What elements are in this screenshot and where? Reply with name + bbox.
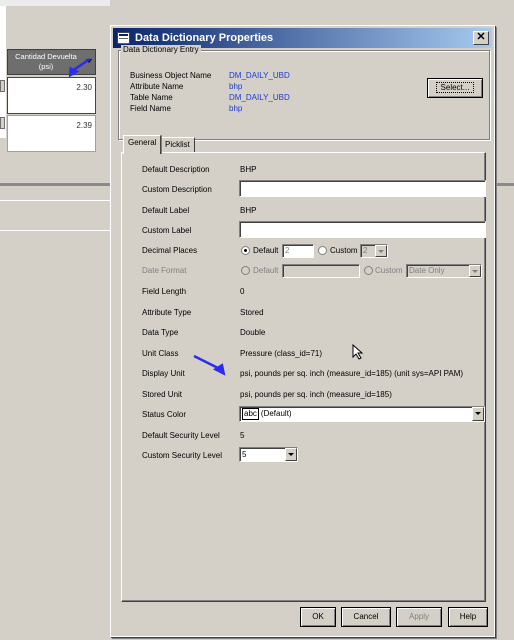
cancel-button[interactable]: Cancel (341, 607, 391, 627)
select-button[interactable]: Select... (427, 78, 483, 98)
grid-cell-value: 2.39 (76, 121, 92, 130)
date-custom-radio[interactable] (364, 266, 373, 275)
tab-general[interactable]: General (123, 135, 162, 154)
background-divider (0, 183, 110, 186)
field-length-label: Field Length (142, 287, 187, 296)
business-object-name-label: Business Object Name (130, 71, 212, 80)
decimal-default-value-field: 2 (282, 244, 314, 258)
grid-cell[interactable]: 2.39 (7, 115, 96, 152)
decimal-custom-select[interactable]: 2 (360, 244, 388, 258)
table-name-label: Table Name (130, 93, 173, 102)
ok-button-label: OK (312, 612, 324, 621)
select-button-label: Select... (435, 82, 475, 93)
status-color-select[interactable]: abc (Default) (239, 406, 485, 422)
annotation-arrow-icon (68, 57, 91, 78)
tab-picklist-label: Picklist (165, 140, 190, 149)
apply-button-label: Apply (408, 612, 429, 621)
background-divider (494, 183, 514, 186)
date-custom-label: Custom (375, 266, 403, 275)
default-description-label: Default Description (142, 165, 210, 174)
date-format-label: Date Format (142, 266, 187, 275)
general-tab-panel: Default Description BHP Custom Descripti… (121, 152, 486, 602)
data-dictionary-dialog: Data Dictionary Properties ✕ Data Dictio… (110, 25, 495, 637)
decimal-custom-label: Custom (330, 246, 358, 255)
custom-label-input[interactable] (239, 221, 486, 238)
row-selector[interactable] (0, 80, 5, 92)
cancel-button-label: Cancel (353, 612, 379, 621)
attribute-name-value: bhp (229, 82, 243, 91)
chevron-down-icon (285, 448, 297, 461)
date-custom-value: Date Only (409, 266, 445, 275)
business-object-name-value: DM_DAILY_UBD (229, 71, 290, 80)
attribute-name-label: Attribute Name (130, 82, 184, 91)
help-button[interactable]: Help (448, 607, 488, 627)
attribute-type-label: Attribute Type (142, 308, 192, 317)
close-button[interactable]: ✕ (473, 31, 489, 45)
background-divider (0, 230, 110, 231)
custom-security-level-value: 5 (242, 450, 247, 459)
decimal-default-value: 2 (285, 246, 290, 255)
default-description-value: BHP (240, 165, 257, 174)
custom-security-level-label: Custom Security Level (142, 451, 223, 460)
data-type-label: Data Type (142, 328, 179, 337)
row-selector[interactable] (0, 117, 5, 129)
help-button-label: Help (459, 612, 477, 621)
display-unit-label: Display Unit (142, 369, 185, 378)
custom-description-label: Custom Description (142, 185, 212, 194)
field-name-label: Field Name (130, 104, 171, 113)
tab-general-label: General (128, 138, 157, 147)
default-security-level-value: 5 (240, 431, 245, 440)
attribute-type-value: Stored (240, 308, 264, 317)
apply-button[interactable]: Apply (396, 607, 442, 627)
chevron-down-icon (375, 245, 387, 257)
unit-class-label: Unit Class (142, 349, 179, 358)
custom-label-label: Custom Label (142, 226, 192, 235)
color-swatch: abc (242, 408, 259, 420)
date-default-field (282, 264, 360, 278)
date-default-radio[interactable] (241, 266, 250, 275)
dialog-title: Data Dictionary Properties (135, 32, 274, 44)
data-type-value: Double (240, 328, 266, 337)
ok-button[interactable]: OK (300, 607, 336, 627)
field-name-value: bhp (229, 104, 243, 113)
default-label-label: Default Label (142, 206, 190, 215)
dialog-window-icon (117, 32, 130, 44)
background-toolbar-strip (0, 0, 110, 6)
chevron-down-icon (472, 407, 484, 421)
decimal-default-radio[interactable] (241, 246, 250, 255)
display-unit-value: psi, pounds per sq. inch (measure_id=185… (240, 369, 464, 378)
chevron-down-icon (469, 265, 481, 277)
background-divider (0, 200, 110, 201)
date-custom-select[interactable]: Date Only (406, 264, 482, 278)
unit-class-value: Pressure (class_id=71) (240, 349, 323, 358)
field-length-value: 0 (240, 287, 245, 296)
group-legend: Data Dictionary Entry (121, 45, 201, 54)
data-dictionary-entry-group: Data Dictionary Entry Business Object Na… (118, 45, 490, 140)
decimal-custom-radio[interactable] (318, 246, 327, 255)
custom-description-input[interactable] (239, 180, 486, 197)
annotation-arrow-icon (193, 354, 226, 376)
status-color-label: Status Color (142, 410, 187, 419)
default-security-level-label: Default Security Level (142, 431, 220, 440)
custom-security-level-select[interactable]: 5 (239, 447, 298, 462)
decimal-custom-value: 2 (363, 246, 368, 255)
decimal-places-label: Decimal Places (142, 246, 198, 255)
tab-picklist[interactable]: Picklist (160, 137, 195, 153)
default-label-value: BHP (240, 206, 257, 215)
close-icon: ✕ (476, 31, 486, 43)
date-default-label: Default (253, 266, 279, 275)
mouse-cursor-icon (352, 344, 364, 360)
table-name-value: DM_DAILY_UBD (229, 93, 290, 102)
decimal-default-label: Default (253, 246, 279, 255)
stored-unit-label: Stored Unit (142, 390, 183, 399)
status-color-value: (Default) (260, 409, 292, 418)
stored-unit-value: psi, pounds per sq. inch (measure_id=185… (240, 390, 392, 399)
